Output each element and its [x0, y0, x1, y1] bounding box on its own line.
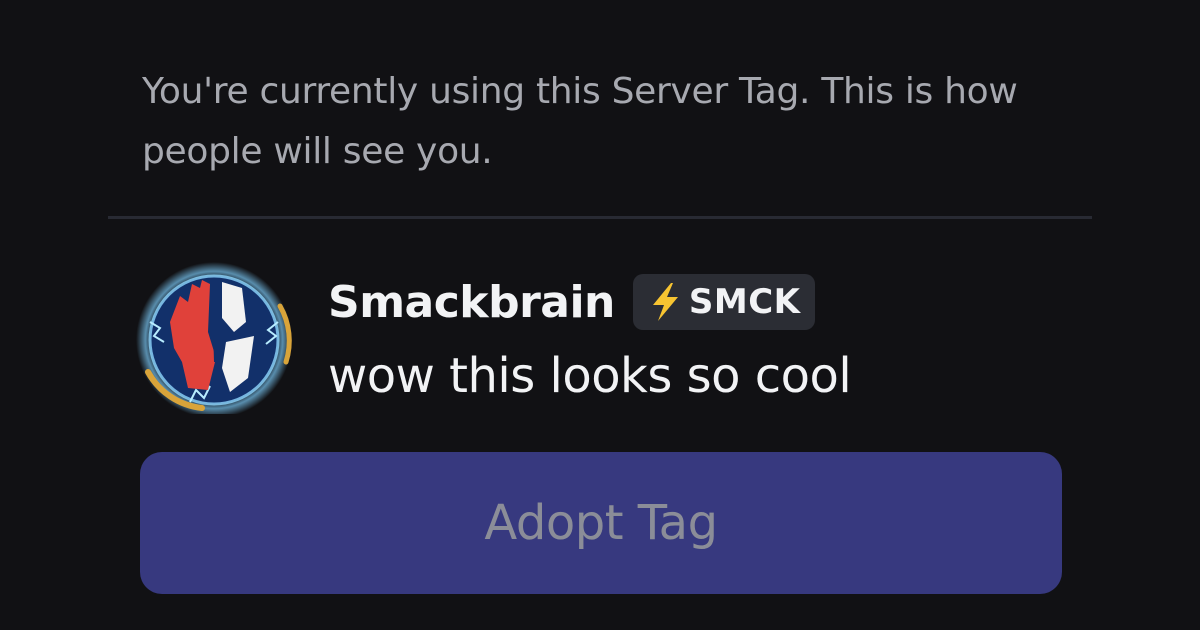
- server-tag-badge[interactable]: SMCK: [632, 274, 815, 330]
- server-tag-info-text: You're currently using this Server Tag. …: [142, 71, 1018, 172]
- message-content: wow this looks so cool: [328, 348, 852, 404]
- adopt-tag-button[interactable]: Adopt Tag: [140, 452, 1062, 594]
- server-tag-label: SMCK: [688, 282, 801, 322]
- server-tag-panel: You're currently using this Server Tag. …: [0, 0, 1200, 630]
- avatar: [136, 262, 292, 414]
- divider: [108, 216, 1092, 219]
- username[interactable]: Smackbrain: [328, 277, 615, 328]
- message-preview: Smackbrain SMCK wow this looks so cool: [130, 262, 1090, 422]
- lightning-bolt-icon: [652, 283, 678, 321]
- message-header: Smackbrain SMCK: [328, 272, 815, 332]
